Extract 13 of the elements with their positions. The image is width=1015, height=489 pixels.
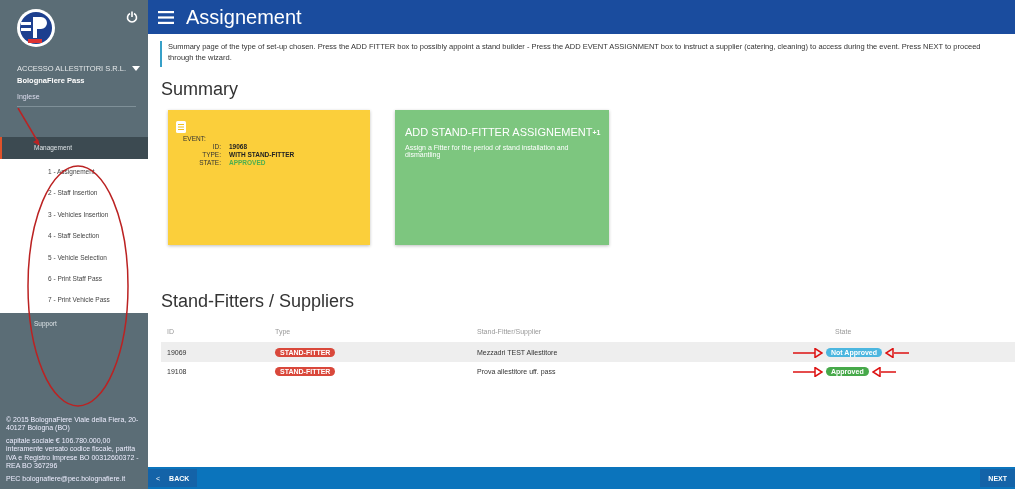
annotation-arrow [871, 366, 897, 377]
card-title: ADD STAND-FITTER ASSIGNEMENT [405, 126, 593, 138]
annotation-arrow [885, 347, 911, 358]
menu-icon [158, 10, 174, 24]
logo-icon [16, 8, 56, 48]
caret-icon [132, 66, 141, 71]
menu-button[interactable] [158, 10, 174, 24]
section-title: Stand-Fitters / Suppliers [161, 291, 356, 312]
section-title: Summary [161, 79, 239, 100]
document-icon [176, 121, 186, 133]
power-icon [126, 11, 138, 23]
page-title: Assignement [186, 5, 302, 29]
power-button[interactable] [126, 11, 138, 23]
